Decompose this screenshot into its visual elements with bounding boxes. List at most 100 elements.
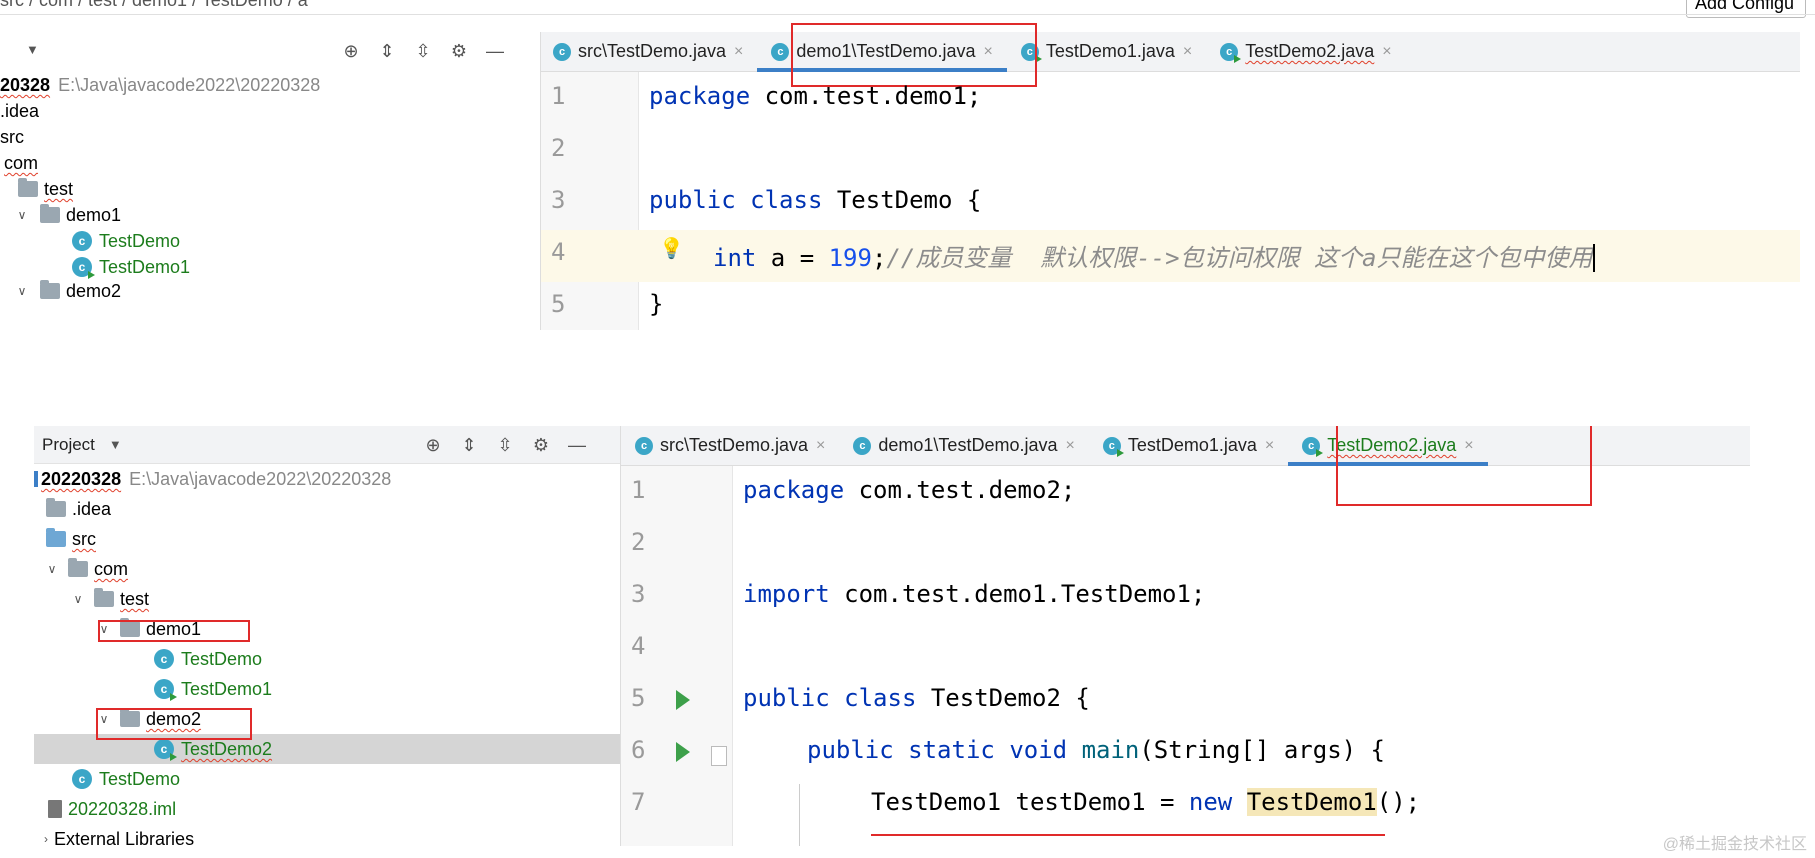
- line-number: 7: [631, 788, 646, 816]
- minimize-icon[interactable]: —: [566, 434, 588, 456]
- tab-testdemo1[interactable]: c TestDemo1.java ×: [1089, 426, 1288, 466]
- close-icon[interactable]: ×: [1065, 437, 1074, 455]
- project-pane: ▼ ⊕ ⇕ ⇳ ⚙ — 20328 E:\Java\javacode2022\2…: [0, 32, 540, 330]
- code-line-5: public class TestDemo2 {: [743, 684, 1090, 712]
- root-path: E:\Java\javacode2022\20220328: [129, 469, 392, 489]
- runnable-class-icon: c: [154, 739, 177, 761]
- close-icon[interactable]: ×: [1382, 43, 1391, 61]
- class-icon: c: [771, 42, 790, 61]
- root-name: 20220328: [41, 469, 122, 489]
- locate-icon[interactable]: ⊕: [340, 40, 362, 62]
- dropdown-icon[interactable]: ▼: [26, 42, 39, 57]
- tree-item-com[interactable]: ∨ com: [44, 554, 128, 584]
- tree-item-demo2[interactable]: ∨ demo2: [14, 276, 121, 306]
- root-path: E:\Java\javacode2022\20220328: [58, 75, 321, 95]
- runnable-class-icon: c: [1302, 436, 1324, 457]
- line-number: 1: [551, 82, 566, 110]
- watermark: @稀土掘金技术社区: [1662, 836, 1807, 853]
- code-line-4: int a = 199;//成员变量 默认权限-->包访问权限 这个a只能在这个…: [713, 238, 1596, 273]
- code-line-6: public static void main(String[] args) {: [807, 736, 1385, 764]
- code-line-5: }: [649, 290, 664, 318]
- runnable-class-icon: c: [72, 257, 95, 279]
- locate-icon[interactable]: ⊕: [422, 434, 444, 456]
- minimize-icon[interactable]: —: [484, 40, 506, 62]
- tree-item-idea[interactable]: .idea: [46, 494, 111, 524]
- code-editor[interactable]: 1 2 3 4 5 6 7 package com.test.demo2; im…: [621, 466, 1750, 846]
- block-guide: [799, 784, 800, 846]
- run-icon[interactable]: [676, 690, 690, 710]
- chevron-down-icon[interactable]: ∨: [14, 276, 30, 306]
- class-icon: c: [553, 42, 571, 61]
- breadcrumb: src / com / test / demo1 / TestDemo / a: [0, 0, 308, 10]
- gear-icon[interactable]: ⚙: [448, 40, 470, 62]
- tree-root[interactable]: 20220328 E:\Java\javacode2022\20220328: [34, 464, 391, 494]
- top-ide-panel: src / com / test / demo1 / TestDemo / a …: [0, 0, 1815, 330]
- lightbulb-icon[interactable]: 💡: [659, 236, 684, 260]
- line-number: 5: [551, 290, 566, 318]
- class-icon: c: [72, 231, 92, 251]
- code-line-1: package com.test.demo1;: [649, 82, 982, 110]
- folder-icon: [94, 588, 114, 607]
- bottom-ide-panel: Project ▼ ⊕ ⇕ ⇳ ⚙ — 20220328 E:\Java\jav…: [34, 426, 1750, 846]
- project-label[interactable]: Project: [42, 435, 95, 455]
- line-number: 3: [631, 580, 646, 608]
- add-configuration-button[interactable]: Add Configu: [1686, 0, 1806, 18]
- tree-item-iml[interactable]: 20220328.iml: [48, 794, 176, 824]
- code-editor[interactable]: 1 2 3 4 5 package com.test.demo1; public…: [541, 72, 1800, 330]
- close-icon[interactable]: ×: [1183, 43, 1192, 61]
- collapse-all-icon[interactable]: ⇳: [494, 434, 516, 456]
- line-number: 3: [551, 186, 566, 214]
- line-number: 2: [631, 528, 646, 556]
- class-icon: c: [72, 769, 92, 789]
- chevron-down-icon[interactable]: ∨: [14, 200, 30, 230]
- highlight-box-demo2: [96, 708, 252, 740]
- line-number: 2: [551, 134, 566, 162]
- source-folder-icon: [46, 528, 66, 547]
- collapse-all-icon[interactable]: ⇳: [412, 40, 434, 62]
- runnable-class-icon: c: [154, 679, 177, 701]
- tab-testdemo2[interactable]: c TestDemo2.java ×: [1206, 32, 1405, 72]
- tab-src-testdemo[interactable]: c src\TestDemo.java ×: [621, 426, 839, 466]
- tree-item-testdemo[interactable]: c TestDemo: [154, 644, 262, 674]
- highlight-box-demo1: [98, 620, 250, 642]
- tree-item-test[interactable]: ∨ test: [70, 584, 149, 614]
- class-icon: c: [853, 436, 872, 455]
- folder-icon: [40, 280, 60, 299]
- editor-tabs: c src\TestDemo.java × c demo1\TestDemo.java…: [541, 32, 1800, 72]
- code-line-3: import com.test.demo1.TestDemo1;: [743, 580, 1206, 608]
- tree-item-external-libraries[interactable]: › External Libraries: [38, 824, 194, 846]
- tree-item-testdemo1[interactable]: c TestDemo1: [154, 674, 272, 704]
- line-number: 4: [551, 238, 566, 266]
- expand-all-icon[interactable]: ⇕: [376, 40, 398, 62]
- tab-src-testdemo[interactable]: c src\TestDemo.java ×: [541, 32, 757, 72]
- gear-icon[interactable]: ⚙: [530, 434, 552, 456]
- chevron-right-icon[interactable]: ›: [38, 824, 54, 846]
- close-icon[interactable]: ×: [1265, 437, 1274, 455]
- line-number: 4: [631, 632, 646, 660]
- folder-icon: [18, 178, 38, 197]
- code-line-7: TestDemo1 testDemo1 = new TestDemo1();: [871, 788, 1421, 816]
- dropdown-icon[interactable]: ▼: [109, 437, 122, 452]
- folder-icon: [40, 204, 60, 223]
- chevron-down-icon[interactable]: ∨: [70, 584, 86, 614]
- tab-demo1-testdemo[interactable]: c demo1\TestDemo.java ×: [839, 426, 1088, 466]
- class-icon: c: [154, 649, 174, 669]
- module-icon: [34, 471, 38, 487]
- close-icon[interactable]: ×: [816, 437, 825, 455]
- code-line-3: public class TestDemo {: [649, 186, 982, 214]
- run-icon[interactable]: [676, 742, 690, 762]
- line-number: 1: [631, 476, 646, 504]
- project-pane: Project ▼ ⊕ ⇕ ⇳ ⚙ — 20220328 E:\Java\jav…: [34, 426, 620, 846]
- tree-item-src[interactable]: src: [46, 524, 96, 554]
- expand-all-icon[interactable]: ⇕: [458, 434, 480, 456]
- close-icon[interactable]: ×: [734, 43, 743, 61]
- runnable-class-icon: c: [1102, 436, 1124, 457]
- runnable-class-icon: c: [1220, 42, 1242, 63]
- tree-item-testdemo-root[interactable]: c TestDemo: [72, 764, 180, 794]
- class-icon: c: [635, 436, 653, 455]
- fold-icon[interactable]: [711, 746, 727, 766]
- tree-root[interactable]: 20328 E:\Java\javacode2022\20220328: [0, 70, 320, 100]
- chevron-down-icon[interactable]: ∨: [44, 554, 60, 584]
- red-underline: [871, 834, 1385, 836]
- code-line-1: package com.test.demo2;: [743, 476, 1076, 504]
